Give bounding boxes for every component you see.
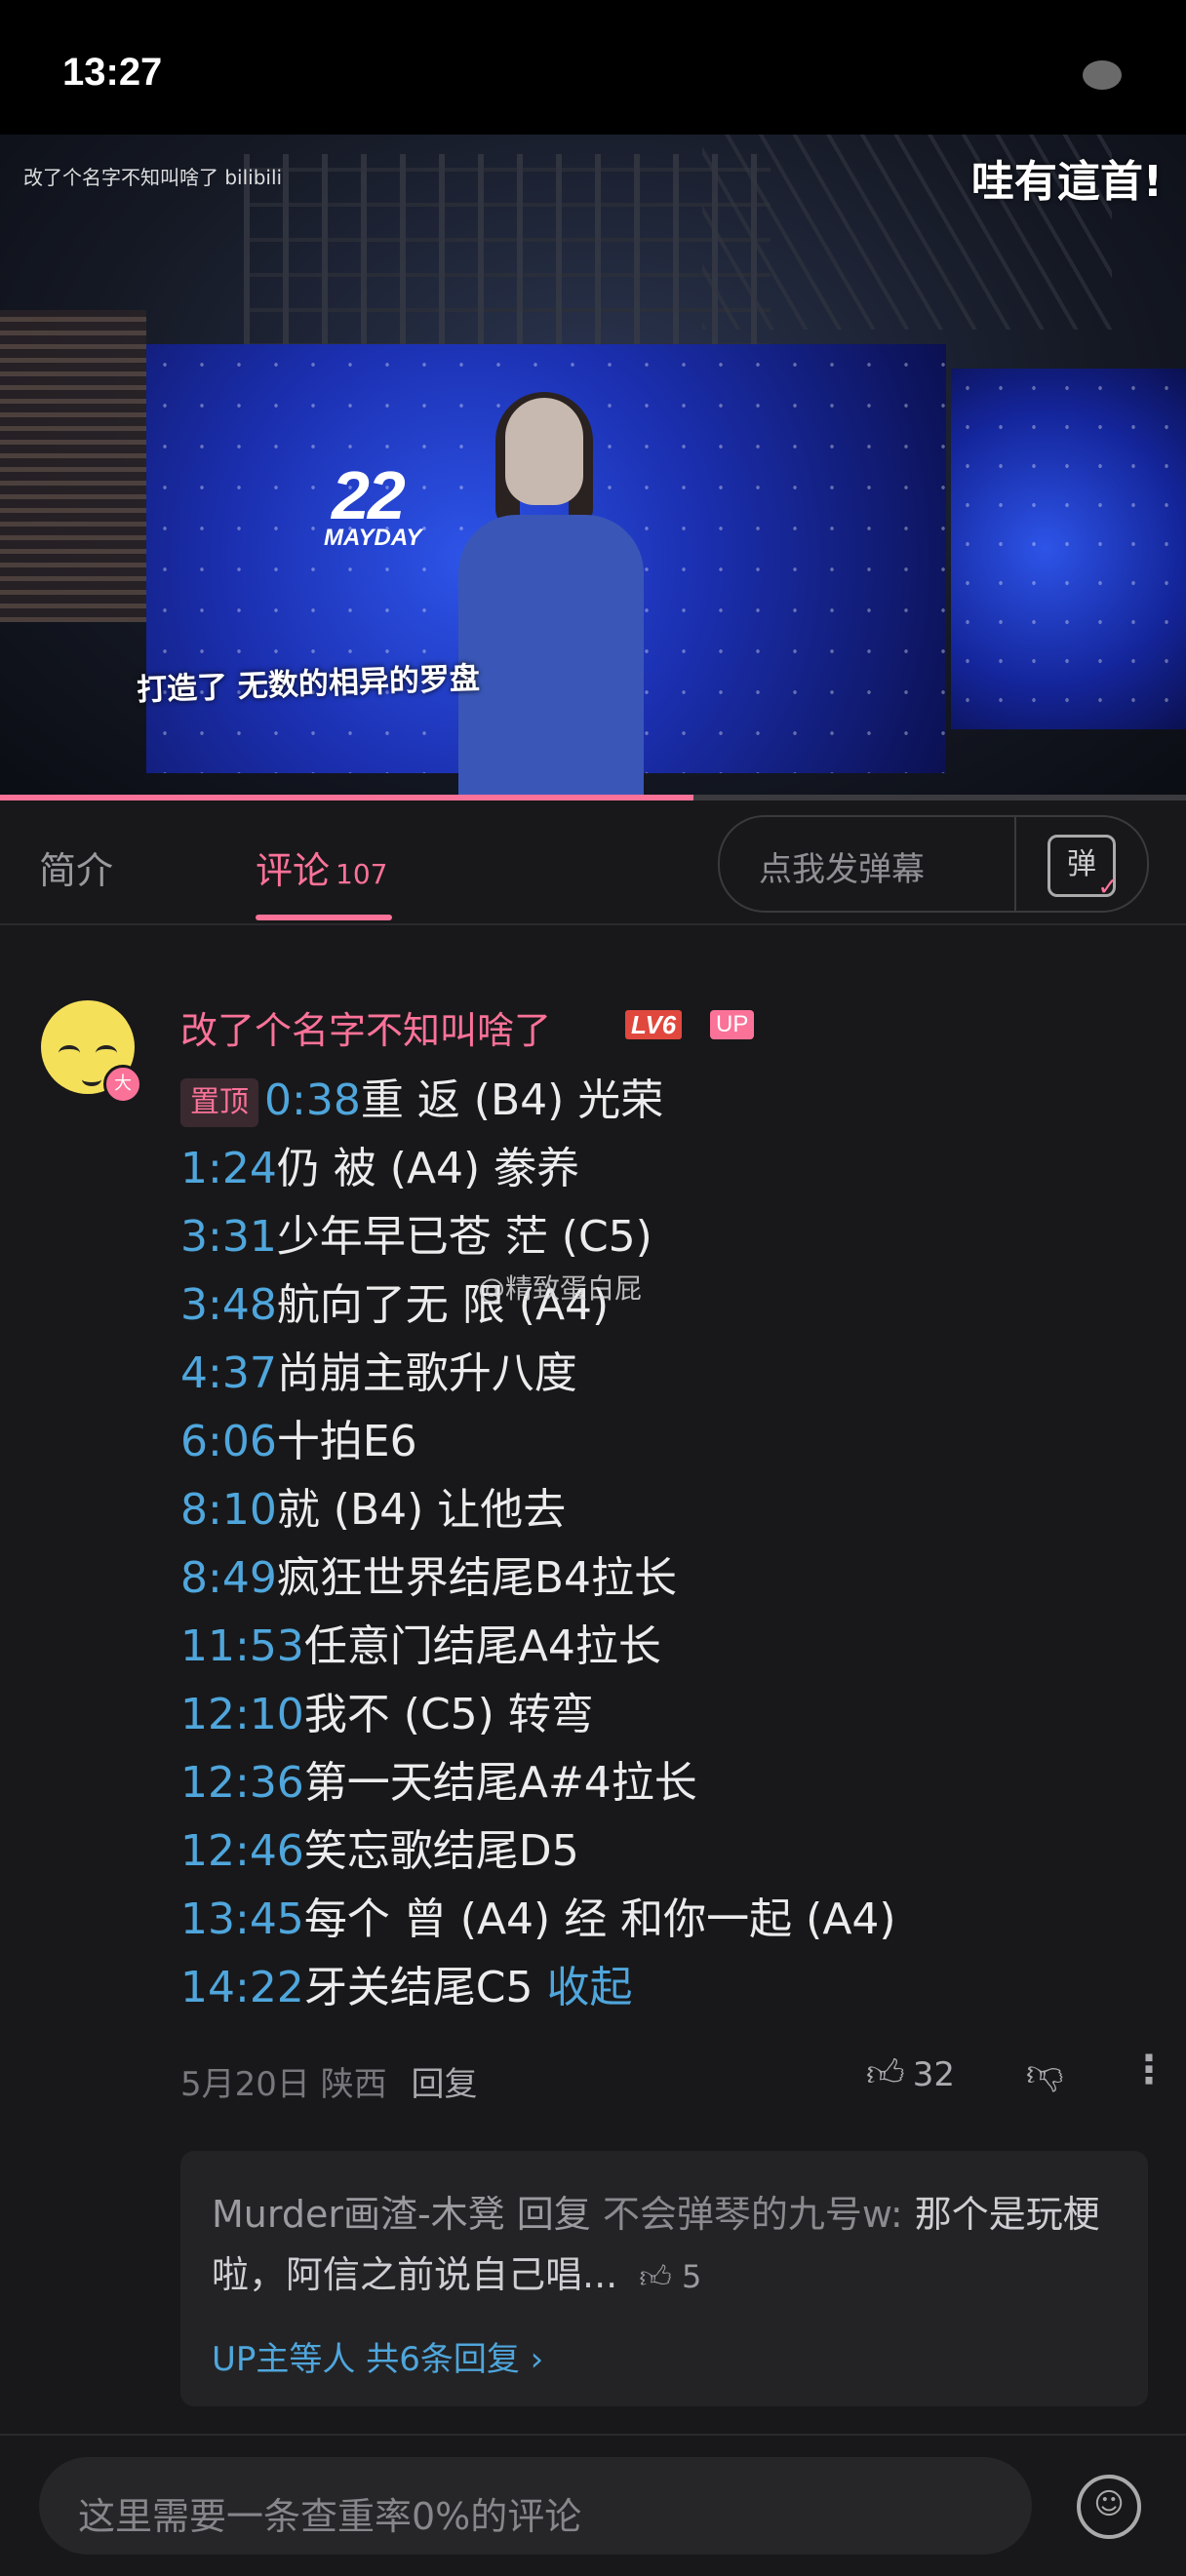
video-player[interactable]: 22 MAYDAY 打造了 无数的相异的罗盘 改了个名字不知叫啥了 bilibi… bbox=[0, 135, 1186, 800]
image-watermark: @精致蛋白屁 bbox=[478, 1272, 643, 1305]
comment-line: 8:10就 (B4) 让他去 bbox=[180, 1480, 1166, 1548]
comment-line: 11:53任意门结尾A4拉长 bbox=[180, 1617, 1166, 1685]
comment-line-text: 仍 被 (A4) 豢养 bbox=[276, 1144, 580, 1193]
thumbs-up-icon: 👍︎ bbox=[866, 2051, 905, 2094]
comment-line-text: 第一天结尾A#4拉长 bbox=[303, 1758, 697, 1808]
chevron-right-icon: › bbox=[530, 2340, 544, 2379]
timestamp-link[interactable]: 12:46 bbox=[180, 1826, 304, 1876]
timestamp-link[interactable]: 13:45 bbox=[180, 1894, 304, 1944]
comment-meta: 5月20日 陕西 回复 bbox=[180, 2057, 478, 2105]
thumbs-up-icon: 👍︎ bbox=[639, 2258, 672, 2295]
status-time: 13:27 bbox=[62, 51, 163, 94]
comment-username[interactable]: 改了个名字不知叫啥了 bbox=[180, 1000, 551, 1054]
video-overlay-text: 哇有這首! bbox=[970, 157, 1163, 207]
bottom-bar: 这里需要一条查重率0%的评论 ☺ bbox=[0, 2434, 1186, 2576]
reply-like-count: 5 bbox=[681, 2258, 702, 2295]
comment-line: 1:24仍 被 (A4) 豢养 bbox=[180, 1139, 1166, 1207]
reply-word: 回复 bbox=[516, 2193, 591, 2236]
tab-comments[interactable]: 评论 107 bbox=[256, 840, 387, 894]
timestamp-link[interactable]: 14:22 bbox=[180, 1963, 304, 2012]
tab-comments-label: 评论 bbox=[256, 849, 331, 892]
comment-line: 3:48航向了无 限 (A4) bbox=[180, 1275, 1166, 1344]
timestamp-link[interactable]: 0:38 bbox=[264, 1075, 361, 1125]
singer-figure bbox=[458, 392, 644, 800]
reply-like-button[interactable]: 👍︎ 5 bbox=[639, 2258, 701, 2295]
avatar-badge: 大 bbox=[103, 1065, 142, 1104]
video-progress-fill bbox=[0, 795, 694, 800]
comment-line-text: 少年早已苍 茫 (C5) bbox=[276, 1212, 652, 1262]
view-all-replies-label: UP主等人 共6条回复 bbox=[212, 2340, 520, 2379]
level-badge: LV6 bbox=[625, 1010, 683, 1039]
timestamp-link[interactable]: 8:10 bbox=[180, 1485, 277, 1535]
comment-line-text: 疯狂世界结尾B4拉长 bbox=[276, 1553, 677, 1603]
timestamp-link[interactable]: 3:48 bbox=[180, 1280, 277, 1330]
status-bar: 13:27 bbox=[0, 0, 1186, 135]
comment-line: 12:10我不 (C5) 转弯 bbox=[180, 1685, 1166, 1753]
comment-line: 12:36第一天结尾A#4拉长 bbox=[180, 1753, 1166, 1821]
thumbs-down-icon[interactable]: 👎︎ bbox=[1026, 2051, 1064, 2096]
comment-line: 12:46笑忘歌结尾D5 bbox=[180, 1821, 1166, 1890]
video-progress-bar[interactable] bbox=[0, 795, 1186, 800]
comment-location: 陕西 bbox=[320, 2065, 387, 2104]
screen-logo-sub: MAYDAY bbox=[324, 525, 422, 551]
comment-date: 5月20日 bbox=[180, 2065, 310, 2104]
comment-line-text: 就 (B4) 让他去 bbox=[276, 1485, 567, 1535]
reply-target[interactable]: 不会弹琴的九号w: bbox=[603, 2193, 903, 2236]
screen-logo: 22 bbox=[332, 457, 406, 533]
like-count: 32 bbox=[912, 2055, 955, 2094]
danmaku-input[interactable]: 点我发弹幕 弹 ✓ bbox=[718, 815, 1149, 913]
comment-body: 置顶 0:38重 返 (B4) 光荣 1:24仍 被 (A4) 豢养 3:31少年… bbox=[180, 1071, 1166, 2026]
collapse-link[interactable]: 收起 bbox=[547, 1963, 633, 2012]
comment-line-text: 尚崩主歌升八度 bbox=[276, 1348, 577, 1398]
more-options-icon[interactable]: ⋮ bbox=[1129, 2048, 1168, 2092]
comment-line-text: 每个 曾 (A4) 经 和你一起 (A4) bbox=[303, 1894, 896, 1944]
timestamp-link[interactable]: 8:49 bbox=[180, 1553, 277, 1603]
comment-line-text: 我不 (C5) 转弯 bbox=[303, 1690, 594, 1739]
comment-input[interactable]: 这里需要一条查重率0%的评论 bbox=[39, 2457, 1032, 2555]
timestamp-link[interactable]: 1:24 bbox=[180, 1144, 277, 1193]
comment-line-text: 牙关结尾C5 bbox=[303, 1963, 534, 2012]
emoji-icon[interactable]: ☺ bbox=[1077, 2475, 1141, 2539]
reply-preview-text: Murder画渣-木凳 回复 不会弹琴的九号w: 那个是玩梗啦，阿信之前说自己唱… bbox=[212, 2184, 1119, 2307]
comment-line: 置顶 0:38重 返 (B4) 光荣 bbox=[180, 1071, 1166, 1139]
timestamp-link[interactable]: 11:53 bbox=[180, 1621, 304, 1671]
timestamp-link[interactable]: 3:31 bbox=[180, 1212, 277, 1262]
comment-input-placeholder: 这里需要一条查重率0%的评论 bbox=[78, 2495, 582, 2538]
comment-line: 3:31少年早已苍 茫 (C5) bbox=[180, 1207, 1166, 1275]
comment-line-text: 重 返 (B4) 光荣 bbox=[360, 1075, 664, 1125]
timestamp-link[interactable]: 12:36 bbox=[180, 1758, 304, 1808]
comment-line: 14:22牙关结尾C5 收起 bbox=[180, 1958, 1166, 2026]
reply-preview[interactable]: Murder画渣-木凳 回复 不会弹琴的九号w: 那个是玩梗啦，阿信之前说自己唱… bbox=[180, 2151, 1148, 2406]
camera-icon bbox=[1083, 60, 1122, 90]
avatar-face bbox=[55, 1035, 123, 1086]
reply-author[interactable]: Murder画渣-木凳 bbox=[212, 2193, 505, 2236]
timestamp-link[interactable]: 12:10 bbox=[180, 1690, 304, 1739]
danmaku-toggle-icon[interactable]: 弹 ✓ bbox=[1048, 835, 1119, 902]
comment-line-text: 十拍E6 bbox=[276, 1417, 417, 1466]
like-button[interactable]: 👍︎ 32 bbox=[866, 2051, 955, 2096]
reply-button[interactable]: 回复 bbox=[412, 2065, 478, 2104]
pinned-badge: 置顶 bbox=[180, 1078, 258, 1127]
comment-line: 8:49疯狂世界结尾B4拉长 bbox=[180, 1548, 1166, 1617]
uploader-watermark: 改了个名字不知叫啥了 bilibili bbox=[23, 166, 283, 189]
danmaku-placeholder: 点我发弹幕 bbox=[759, 850, 925, 889]
comment-line-text: 任意门结尾A4拉长 bbox=[303, 1621, 661, 1671]
danmaku-toggle-label: 弹 bbox=[1067, 847, 1096, 881]
view-all-replies[interactable]: UP主等人 共6条回复 › bbox=[212, 2332, 543, 2380]
side-screen bbox=[951, 369, 1186, 729]
up-badge: UP bbox=[710, 1010, 755, 1039]
stadium-stands bbox=[0, 310, 146, 622]
tab-intro[interactable]: 简介 bbox=[39, 840, 113, 894]
comment-line: 4:37尚崩主歌升八度 bbox=[180, 1344, 1166, 1412]
tab-active-indicator bbox=[256, 915, 392, 920]
comment-line: 13:45每个 曾 (A4) 经 和你一起 (A4) bbox=[180, 1890, 1166, 1958]
check-icon: ✓ bbox=[1097, 873, 1119, 902]
comment-line: 6:06十拍E6 bbox=[180, 1412, 1166, 1480]
comment-line-text: 笑忘歌结尾D5 bbox=[303, 1826, 579, 1876]
timestamp-link[interactable]: 6:06 bbox=[180, 1417, 277, 1466]
comments-count: 107 bbox=[336, 858, 388, 890]
timestamp-link[interactable]: 4:37 bbox=[180, 1348, 277, 1398]
divider bbox=[1014, 817, 1016, 911]
